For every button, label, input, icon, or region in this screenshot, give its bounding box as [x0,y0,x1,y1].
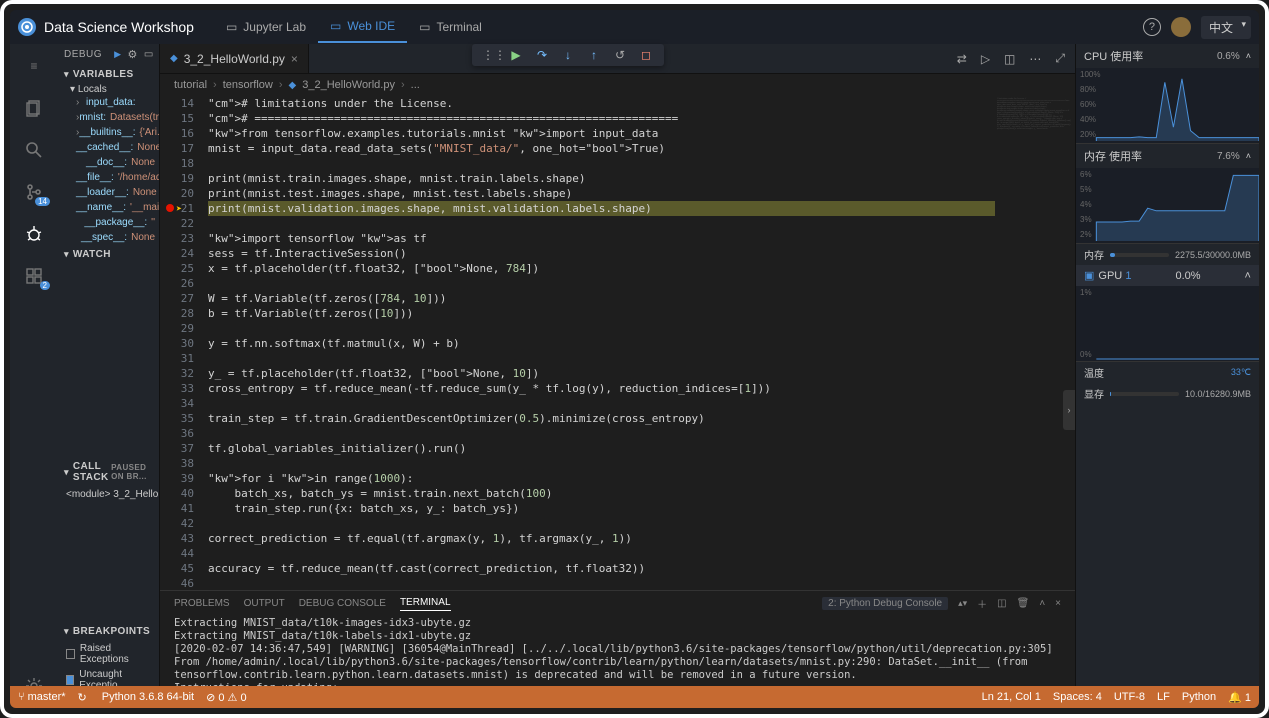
status-bar: master* Python 3.6.8 64-bit ⊘ 0 ⚠ 0 Ln 2… [10,686,1259,708]
variable-row[interactable]: __loader__:None [58,185,159,200]
python-file-icon: ◆ [170,53,178,64]
gpu-vram: 显存10.0/16280.9MB [1076,383,1259,404]
new-terminal-icon[interactable]: ＋ [977,596,987,611]
files-icon[interactable] [22,96,46,120]
variable-row[interactable]: ›__builtins__:{'Ari... [58,125,159,140]
split-icon[interactable]: ◫ [1004,52,1015,66]
status-language[interactable]: Python [1182,691,1216,704]
variable-row[interactable]: __package__:'' [58,215,159,230]
collapse-right-icon[interactable]: › [1063,390,1075,430]
restart-icon[interactable]: ↺ [612,48,628,62]
gpu-temp: 温度33℃ [1076,362,1259,383]
source-control-icon[interactable] [22,180,46,204]
section-variables[interactable]: ▾VARIABLES [58,65,159,84]
close-icon[interactable]: × [291,52,298,66]
start-debug-icon[interactable]: ▶ [114,49,121,60]
variable-row[interactable]: __name__:'__main__' [58,200,159,215]
code-editor[interactable]: "cm"># limitations under the License."cm… [208,96,995,590]
search-icon[interactable] [22,138,46,162]
extensions-icon[interactable] [22,264,46,288]
stop-icon[interactable]: ◻ [638,48,654,62]
variable-row[interactable]: __cached__:None [58,140,159,155]
step-into-icon[interactable]: ↓ [560,48,576,62]
variable-row[interactable]: __spec__:None [58,230,159,245]
top-tab-terminal[interactable]: ▭Terminal [407,12,494,42]
status-branch[interactable]: master* [18,691,66,703]
status-problems[interactable]: ⊘ 0 ⚠ 0 [206,691,247,704]
kill-terminal-icon[interactable]: 🗑 [1017,598,1030,609]
mem-detail: 内存2275.5/30000.0MB [1076,244,1259,265]
status-python[interactable]: Python 3.6.8 64-bit [102,691,194,703]
stack-frame[interactable]: <module> 3_2_Hello... [58,487,159,502]
notebook-icon: ▭ [226,20,237,34]
line-gutter[interactable]: 14151617181920➤2122232425262728293031323… [160,96,208,590]
section-callstack[interactable]: ▾CALL STACKPAUSED ON BR... [58,457,159,487]
help-icon[interactable]: ? [1143,18,1161,36]
debug-config-header: DEBUG ▶ ⚙ ▭ [58,44,159,65]
status-notifications[interactable]: 🔔 1 [1228,691,1251,704]
terminal-selector[interactable]: 2: Python Debug Console [822,597,948,610]
panel-tab-output[interactable]: OUTPUT [244,596,285,611]
metrics-panel: CPU 使用率0.6%˄ 100%80%60%40%20% 内存 使用率7.6%… [1075,44,1259,708]
debug-console-icon[interactable]: ▭ [144,49,154,60]
top-tab-webide[interactable]: ▭Web IDE [318,11,407,43]
chevron-up-icon: ˄ [1245,270,1251,282]
continue-icon[interactable]: ▶ [508,48,524,62]
title-bar: Data Science Workshop ▭Jupyter Lab ▭Web … [10,10,1259,44]
editor-area: ◆ 3_2_HelloWorld.py × ⇄ ▷ ◫ ⋯ ⤢ tutorial… [160,44,1075,708]
panel-tab-debugconsole[interactable]: DEBUG CONSOLE [299,596,386,611]
avatar[interactable] [1171,17,1191,37]
side-panel: DEBUG ▶ ⚙ ▭ ▾VARIABLES ▾ Locals ›input_d… [58,44,160,708]
drag-handle-icon[interactable]: ⋮⋮ [482,48,498,62]
activity-bar: ≡ [10,44,58,708]
expand-icon[interactable]: ⤢ [1055,51,1065,66]
variable-row[interactable]: ›mnist:Datasets(tra... [58,110,159,125]
variable-row[interactable]: __doc__:None [58,155,159,170]
python-file-icon: ◆ [289,80,297,91]
cpu-header[interactable]: CPU 使用率0.6%˄ [1076,44,1259,68]
app-logo-icon [18,18,36,36]
mem-chart: 6%5%4%3%2% [1076,168,1259,244]
more-icon[interactable]: ⋯ [1029,52,1041,66]
variable-row[interactable]: __file__:'/home/ad... [58,170,159,185]
code-icon: ▭ [330,19,341,33]
panel-tab-problems[interactable]: PROBLEMS [174,596,230,611]
breakpoint-row[interactable]: Raised Exceptions [58,641,159,667]
debug-icon[interactable] [22,222,46,246]
maximize-panel-icon[interactable]: ˄ [1039,598,1045,609]
mem-header[interactable]: 内存 使用率7.6%˄ [1076,144,1259,168]
locals-head[interactable]: ▾ Locals [58,84,159,95]
status-encoding[interactable]: UTF-8 [1114,691,1145,704]
status-eol[interactable]: LF [1157,691,1170,704]
debug-settings-icon[interactable]: ⚙ [127,48,137,61]
compare-icon[interactable]: ⇄ [957,52,967,66]
chip-icon: ▣ [1084,269,1094,282]
top-tab-jupyter[interactable]: ▭Jupyter Lab [214,12,318,42]
run-icon[interactable]: ▷ [981,52,990,66]
step-out-icon[interactable]: ↑ [586,48,602,62]
status-spaces[interactable]: Spaces: 4 [1053,691,1102,704]
split-terminal-icon[interactable]: ◫ [997,598,1006,609]
gpu-header[interactable]: ▣GPU 10.0%˄ [1076,265,1259,286]
section-watch[interactable]: ▾WATCH [58,245,159,264]
menu-icon[interactable]: ≡ [22,54,46,78]
section-breakpoints[interactable]: ▾BREAKPOINTS [58,622,159,641]
minimap[interactable]: # limitations under the License. # =====… [995,96,1075,590]
breadcrumb[interactable]: tutorial› tensorflow› ◆ 3_2_HelloWorld.p… [160,74,1075,96]
chevron-up-icon: ˄ [1246,51,1251,61]
gpu-chart: 1% 0% [1076,286,1259,362]
variable-row[interactable]: ›input_data: [58,95,159,110]
status-lncol[interactable]: Ln 21, Col 1 [982,691,1041,704]
language-select[interactable]: 中文 [1201,16,1251,39]
terminal-icon: ▭ [419,20,430,34]
panel-tab-terminal[interactable]: TERMINAL [400,595,451,611]
app-title: Data Science Workshop [44,19,194,35]
status-sync[interactable] [78,691,90,704]
debug-toolbar: ⋮⋮ ▶ ↷ ↓ ↑ ↺ ◻ [472,44,664,66]
step-over-icon[interactable]: ↷ [534,48,550,62]
file-tab[interactable]: ◆ 3_2_HelloWorld.py × [160,44,309,73]
cpu-chart: 100%80%60%40%20% [1076,68,1259,144]
chevron-up-icon: ˄ [1246,151,1251,161]
close-panel-icon[interactable]: × [1055,598,1061,609]
